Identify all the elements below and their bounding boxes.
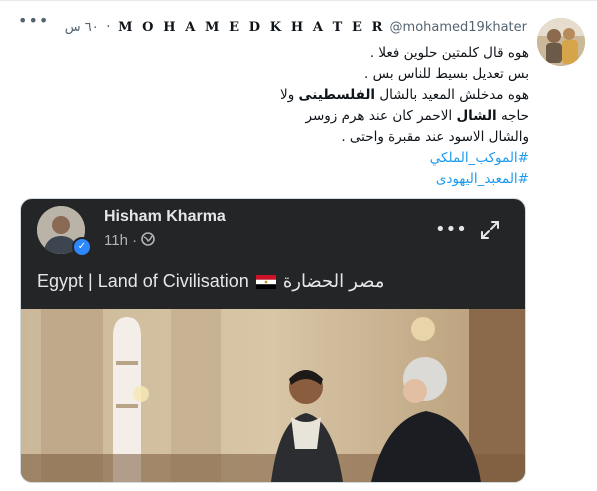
hashtag-jewish-temple[interactable]: #المعبد_اليهودى: [249, 169, 529, 190]
tweet-timestamp[interactable]: ٦٠ س: [65, 20, 99, 35]
embed-time[interactable]: 11h: [104, 232, 128, 249]
embed-author-name[interactable]: Hisham Kharma: [104, 208, 226, 226]
more-dots-icon[interactable]: •••: [435, 219, 467, 240]
verified-badge-icon: ✓: [72, 237, 92, 257]
expand-icon[interactable]: [479, 219, 501, 241]
text-segment: هوه مدخلش المعيد بالشال: [375, 87, 529, 103]
bold-word-palestinian: الفلسطينى: [298, 87, 376, 103]
text-line-3: هوه مدخلش المعيد بالشال الفلسطينى ولا حا…: [249, 85, 529, 127]
bold-word-shawl: الشال: [456, 108, 497, 124]
egypt-flag-icon: [255, 275, 276, 289]
text-segment: الاحمر كان عند هرم زوسر: [305, 108, 457, 124]
embed-dot: ·: [132, 232, 138, 249]
text-line-4: والشال الاسود عند مقبرة واحتى .: [341, 129, 529, 145]
separator-dot: ·: [106, 19, 111, 35]
tweet-text: هوه قال كلمتين حلوين فعلا . بس تعديل بسي…: [249, 43, 529, 190]
tweet[interactable]: ••• M O H A M E D K H A T E R @mohamed19…: [0, 0, 597, 491]
globe-icon: [141, 232, 156, 249]
hashtag-royal-procession[interactable]: #الموكب_الملكي: [249, 148, 529, 169]
embed-caption: Egypt | Land of Civilisation مصر الحضارة: [37, 271, 384, 292]
tweet-header: M O H A M E D K H A T E R @mohamed19khat…: [65, 17, 529, 38]
text-line-2: بس تعديل بسيط للناس بس .: [364, 66, 529, 82]
text-line-1: هوه قال كلمتين حلوين فعلا .: [369, 45, 529, 61]
embed-meta: 11h ·: [104, 232, 156, 249]
display-name[interactable]: M O H A M E D K H A T E R: [118, 20, 385, 35]
embed-photo[interactable]: [21, 309, 525, 482]
user-handle[interactable]: @mohamed19khater: [390, 20, 527, 35]
caption-english: Egypt | Land of Civilisation: [37, 271, 249, 291]
author-avatar[interactable]: [537, 18, 585, 66]
embedded-facebook-post[interactable]: ✓ Hisham Kharma 11h · ••• Egypt | Land o…: [20, 198, 526, 483]
caption-arabic: مصر الحضارة: [282, 271, 385, 291]
more-options-icon[interactable]: •••: [18, 13, 48, 30]
